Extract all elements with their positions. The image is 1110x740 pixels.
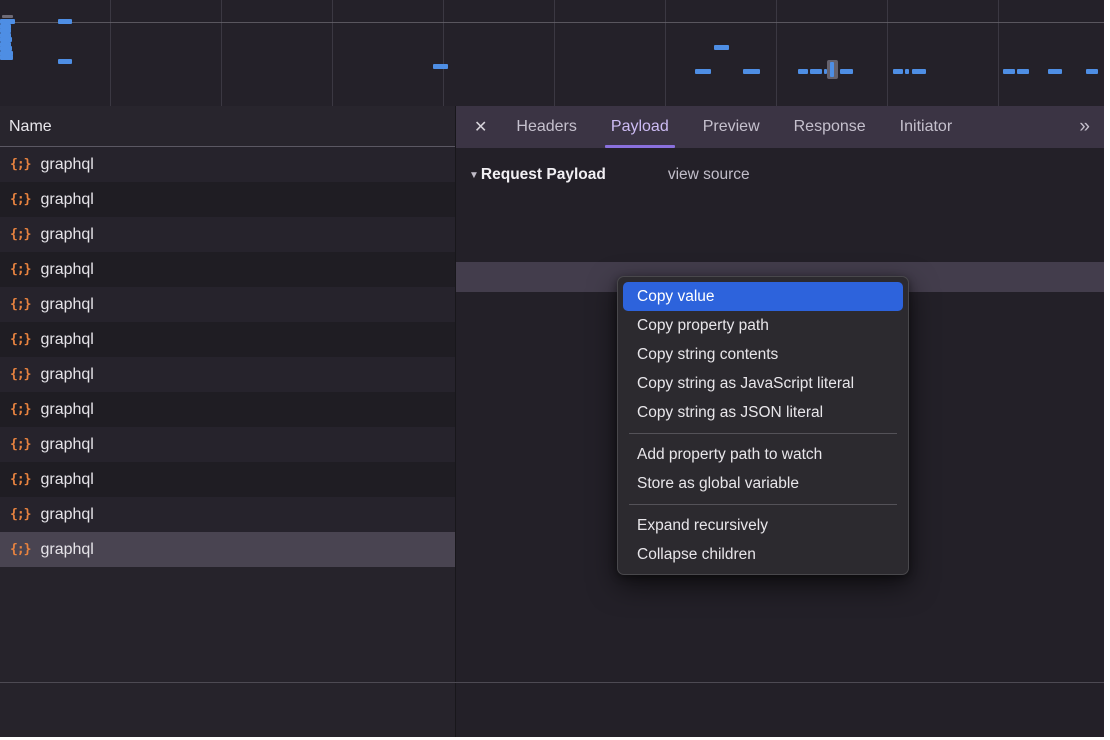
view-source-link[interactable]: view source bbox=[668, 166, 750, 184]
overview-lane-divider bbox=[0, 22, 1104, 23]
request-name: graphql bbox=[40, 506, 93, 524]
request-name: graphql bbox=[40, 296, 93, 314]
menu-item-collapse-children[interactable]: Collapse children bbox=[623, 540, 903, 569]
request-bar bbox=[810, 69, 822, 74]
request-bar bbox=[912, 69, 926, 74]
json-braces-icon: {;} bbox=[10, 297, 30, 312]
request-name: graphql bbox=[40, 401, 93, 419]
marker-bar bbox=[830, 62, 834, 77]
request-bar bbox=[58, 59, 72, 64]
menu-item-store-as-global-variable[interactable]: Store as global variable bbox=[623, 469, 903, 498]
details-tab-bar: ✕ HeadersPayloadPreviewResponseInitiator… bbox=[456, 106, 1104, 148]
request-bar bbox=[1017, 69, 1029, 74]
menu-item-copy-property-path[interactable]: Copy property path bbox=[623, 311, 903, 340]
request-bar bbox=[433, 64, 448, 69]
request-row[interactable]: {;} graphql bbox=[0, 217, 455, 252]
json-braces-icon: {;} bbox=[10, 367, 30, 382]
json-braces-icon: {;} bbox=[10, 227, 30, 242]
request-row[interactable]: {;} graphql bbox=[0, 182, 455, 217]
request-name: graphql bbox=[40, 156, 93, 174]
request-bar bbox=[905, 69, 909, 74]
request-list: {;} graphql {;} graphql {;} graphql {;} graphql… bbox=[0, 147, 455, 567]
tab-response[interactable]: Response bbox=[780, 106, 880, 148]
tab-payload[interactable]: Payload bbox=[597, 106, 683, 148]
request-name: graphql bbox=[40, 436, 93, 454]
request-bar bbox=[2, 15, 13, 18]
section-expander-icon[interactable]: ▼ bbox=[469, 170, 479, 181]
menu-item-add-property-path-to-watch[interactable]: Add property path to watch bbox=[623, 440, 903, 469]
more-tabs-icon[interactable]: » bbox=[1079, 116, 1088, 138]
request-row[interactable]: {;} graphql bbox=[0, 147, 455, 182]
request-name: graphql bbox=[40, 261, 93, 279]
tree-row-operationname[interactable]: operationName: "ipFlowTimeseries" bbox=[456, 232, 1104, 262]
menu-item-copy-string-as-json-literal[interactable]: Copy string as JSON literal bbox=[623, 398, 903, 427]
json-braces-icon: {;} bbox=[10, 402, 30, 417]
menu-separator bbox=[629, 433, 897, 434]
request-name: graphql bbox=[40, 541, 93, 559]
request-row[interactable]: {;} graphql bbox=[0, 287, 455, 322]
tree-row-root[interactable]: ▼ {operationName: "ipFlowTimeseries", va… bbox=[456, 202, 1104, 232]
request-bar bbox=[893, 69, 903, 74]
json-braces-icon: {;} bbox=[10, 332, 30, 347]
request-bar bbox=[1048, 69, 1062, 74]
request-row[interactable]: {;} graphql bbox=[0, 462, 455, 497]
name-column-header[interactable]: Name bbox=[0, 106, 455, 147]
request-name: graphql bbox=[40, 366, 93, 384]
request-bar bbox=[58, 19, 72, 24]
menu-item-copy-string-as-javascript-literal[interactable]: Copy string as JavaScript literal bbox=[623, 369, 903, 398]
json-braces-icon: {;} bbox=[10, 507, 30, 522]
devtools-window: Name {;} graphql {;} graphql {;} graphql {;} gr… bbox=[0, 0, 1104, 737]
tab-preview[interactable]: Preview bbox=[689, 106, 774, 148]
menu-item-copy-string-contents[interactable]: Copy string contents bbox=[623, 340, 903, 369]
tab-strip: HeadersPayloadPreviewResponseInitiator bbox=[499, 106, 969, 148]
request-name: graphql bbox=[40, 331, 93, 349]
request-row[interactable]: {;} graphql bbox=[0, 252, 455, 287]
request-name: graphql bbox=[40, 191, 93, 209]
json-braces-icon: {;} bbox=[10, 437, 30, 452]
menu-separator bbox=[629, 504, 897, 505]
section-title: Request Payload bbox=[481, 166, 606, 184]
request-bar bbox=[1086, 69, 1098, 74]
request-bar bbox=[714, 45, 729, 50]
json-braces-icon: {;} bbox=[10, 192, 30, 207]
json-braces-icon: {;} bbox=[10, 157, 30, 172]
request-payload-section: ▼ Request Payload view source bbox=[469, 166, 750, 184]
json-braces-icon: {;} bbox=[10, 542, 30, 557]
request-name: graphql bbox=[40, 226, 93, 244]
menu-item-copy-value[interactable]: Copy value bbox=[623, 282, 903, 311]
request-bar bbox=[743, 69, 760, 74]
request-row[interactable]: {;} graphql bbox=[0, 357, 455, 392]
requests-panel: Name {;} graphql {;} graphql {;} graphql {;} gr… bbox=[0, 106, 455, 737]
close-icon[interactable]: ✕ bbox=[474, 117, 487, 137]
request-row[interactable]: {;} graphql bbox=[0, 392, 455, 427]
network-overview-timeline[interactable] bbox=[0, 0, 1104, 106]
json-braces-icon: {;} bbox=[10, 472, 30, 487]
request-bar bbox=[840, 69, 853, 74]
context-menu: Copy valueCopy property pathCopy string … bbox=[617, 276, 909, 575]
menu-item-expand-recursively[interactable]: Expand recursively bbox=[623, 511, 903, 540]
request-name: graphql bbox=[40, 471, 93, 489]
request-bar bbox=[0, 55, 13, 60]
tab-headers[interactable]: Headers bbox=[502, 106, 590, 148]
request-bar bbox=[695, 69, 711, 74]
request-row[interactable]: {;} graphql bbox=[0, 427, 455, 462]
request-row[interactable]: {;} graphql bbox=[0, 322, 455, 357]
request-bar bbox=[1003, 69, 1015, 74]
json-braces-icon: {;} bbox=[10, 262, 30, 277]
request-bar bbox=[798, 69, 808, 74]
tab-initiator[interactable]: Initiator bbox=[886, 106, 966, 148]
request-row[interactable]: {;} graphql bbox=[0, 497, 455, 532]
footer-divider bbox=[0, 682, 1104, 683]
request-row[interactable]: {;} graphql bbox=[0, 532, 455, 567]
